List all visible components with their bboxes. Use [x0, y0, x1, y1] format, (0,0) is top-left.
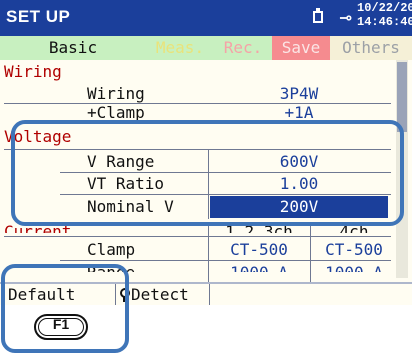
value-range-4ch[interactable]: 1000 A: [312, 263, 396, 272]
tab-save[interactable]: Save: [272, 36, 330, 60]
tab-others[interactable]: Others: [330, 36, 412, 60]
f1-key[interactable]: F1: [34, 314, 88, 340]
battery-icon: [313, 8, 323, 23]
scrollbar-thumb[interactable]: [397, 62, 407, 132]
value-range-123ch[interactable]: 1000 A: [210, 263, 308, 272]
tab-rec[interactable]: Rec.: [214, 36, 272, 60]
title-bar: SET UP ⊸ 10/22/2015 14:46:40: [0, 0, 412, 36]
ac-power-plug-icon: ⊸: [339, 8, 353, 27]
tab-basic[interactable]: Basic: [0, 36, 146, 60]
voltage-callout: [11, 120, 404, 226]
row-label-wiring: Wiring: [87, 84, 145, 103]
detect-button[interactable]: Detect: [131, 284, 189, 305]
date-readout: 10/22/2015: [357, 1, 412, 15]
row-label-clamp-option: +Clamp: [87, 103, 145, 120]
time-readout: 14:46:40: [357, 15, 412, 29]
value-clamp-123ch[interactable]: CT-500: [210, 240, 308, 259]
section-label-wiring: Wiring: [4, 62, 62, 81]
tab-meas[interactable]: Meas.: [146, 36, 214, 60]
value-clamp-option[interactable]: +1A: [210, 103, 388, 120]
value-wiring[interactable]: 3P4W: [210, 84, 388, 103]
f1-key-label: F1: [52, 316, 70, 332]
value-clamp-4ch[interactable]: CT-500: [312, 240, 396, 259]
screen-title: SET UP: [6, 7, 71, 26]
row-label-clamp: Clamp: [87, 240, 136, 259]
tab-bar: Basic Meas. Rec. Save Others: [0, 36, 412, 60]
